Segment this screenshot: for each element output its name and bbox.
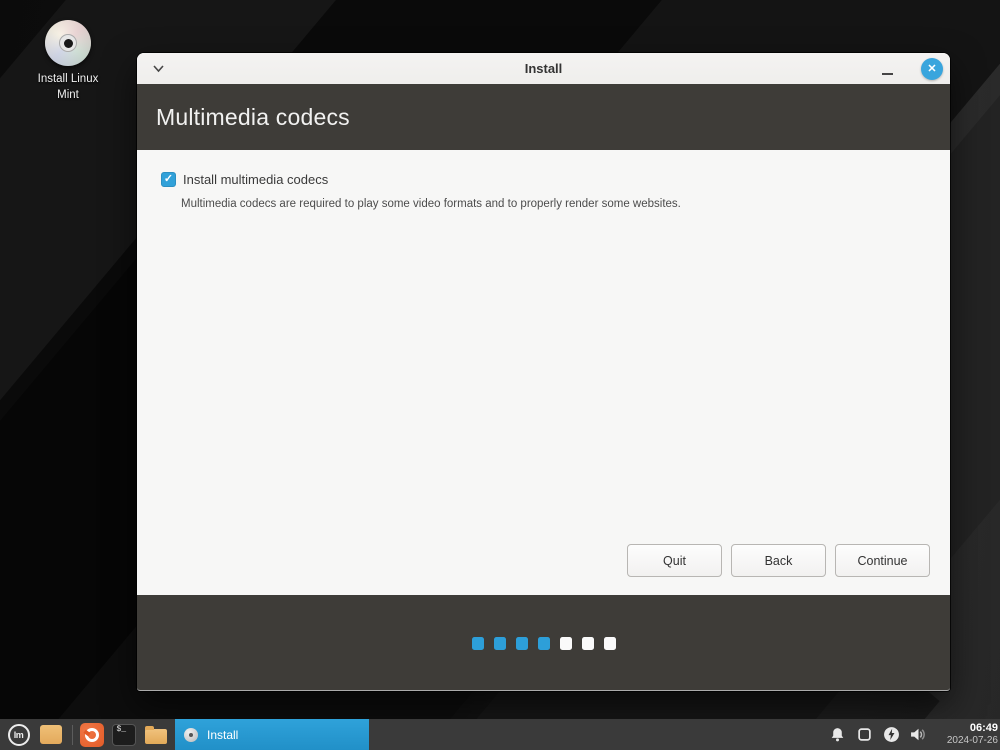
volume-icon[interactable] bbox=[909, 725, 927, 743]
progress-dot bbox=[493, 637, 506, 650]
removable-media-icon[interactable] bbox=[855, 725, 873, 743]
cd-disc-icon bbox=[184, 727, 198, 742]
taskbar-window-button-install[interactable]: Install bbox=[175, 719, 369, 750]
wizard-footer bbox=[137, 595, 950, 690]
cd-hole bbox=[63, 38, 73, 48]
clock-date: 2024-07-26 bbox=[946, 735, 998, 747]
desktop-icon-install-linux-mint[interactable]: Install Linux Mint bbox=[26, 20, 110, 103]
codecs-description: Multimedia codecs are required to play s… bbox=[181, 198, 681, 210]
progress-dots bbox=[137, 637, 950, 650]
progress-dot bbox=[603, 637, 616, 650]
minimize-icon bbox=[882, 73, 893, 75]
installer-window: Install ✕ Multimedia codecs ✓ Install mu… bbox=[137, 53, 950, 691]
window-title: Install bbox=[524, 61, 563, 76]
files-launcher[interactable] bbox=[142, 721, 169, 748]
close-button[interactable]: ✕ bbox=[921, 58, 943, 80]
desktop: Install Linux Mint Install ✕ Multimedia … bbox=[0, 0, 1000, 750]
wizard-content: ✓ Install multimedia codecs Multimedia c… bbox=[137, 150, 950, 595]
checkbox-box[interactable]: ✓ bbox=[161, 172, 176, 187]
wizard-button-row: Quit Back Continue bbox=[627, 544, 930, 577]
taskbar-separator bbox=[72, 724, 73, 745]
progress-dot bbox=[559, 637, 572, 650]
show-desktop-button[interactable] bbox=[37, 721, 64, 748]
desktop-icon-label: Install Linux Mint bbox=[37, 73, 99, 101]
system-tray: 06:49 2024-07-26 bbox=[828, 722, 1000, 746]
cd-disc-icon bbox=[45, 20, 91, 66]
taskbar: lm $_ Install 06:49 2024-07-26 bbox=[0, 719, 1000, 750]
terminal-launcher[interactable]: $_ bbox=[110, 721, 137, 748]
install-codecs-checkbox[interactable]: ✓ Install multimedia codecs bbox=[161, 172, 328, 187]
progress-dot bbox=[537, 637, 550, 650]
progress-dot bbox=[471, 637, 484, 650]
notifications-bell-icon[interactable] bbox=[828, 725, 846, 743]
menu-button[interactable]: lm bbox=[5, 721, 32, 748]
power-icon[interactable] bbox=[882, 725, 900, 743]
task-button-label: Install bbox=[207, 727, 239, 742]
firefox-launcher[interactable] bbox=[78, 721, 105, 748]
mint-menu-icon: lm bbox=[7, 723, 30, 746]
checkmark-icon: ✓ bbox=[163, 173, 174, 185]
continue-button[interactable]: Continue bbox=[835, 544, 930, 577]
checkbox-label: Install multimedia codecs bbox=[183, 172, 329, 187]
clock[interactable]: 06:49 2024-07-26 bbox=[936, 722, 998, 746]
close-icon: ✕ bbox=[927, 63, 937, 75]
minimize-button[interactable] bbox=[876, 53, 900, 84]
file-manager-icon bbox=[144, 726, 167, 744]
wizard-step-header: Multimedia codecs bbox=[137, 84, 950, 150]
progress-dot bbox=[581, 637, 594, 650]
chevron-down-icon[interactable] bbox=[152, 62, 165, 75]
quit-button[interactable]: Quit bbox=[627, 544, 722, 577]
back-button[interactable]: Back bbox=[731, 544, 826, 577]
show-desktop-icon bbox=[39, 725, 62, 744]
titlebar[interactable]: Install ✕ bbox=[137, 53, 950, 84]
clock-time: 06:49 bbox=[969, 722, 998, 735]
page-title: Multimedia codecs bbox=[156, 103, 350, 130]
progress-dot bbox=[515, 637, 528, 650]
terminal-icon: $_ bbox=[111, 723, 136, 746]
firefox-icon bbox=[79, 722, 104, 747]
